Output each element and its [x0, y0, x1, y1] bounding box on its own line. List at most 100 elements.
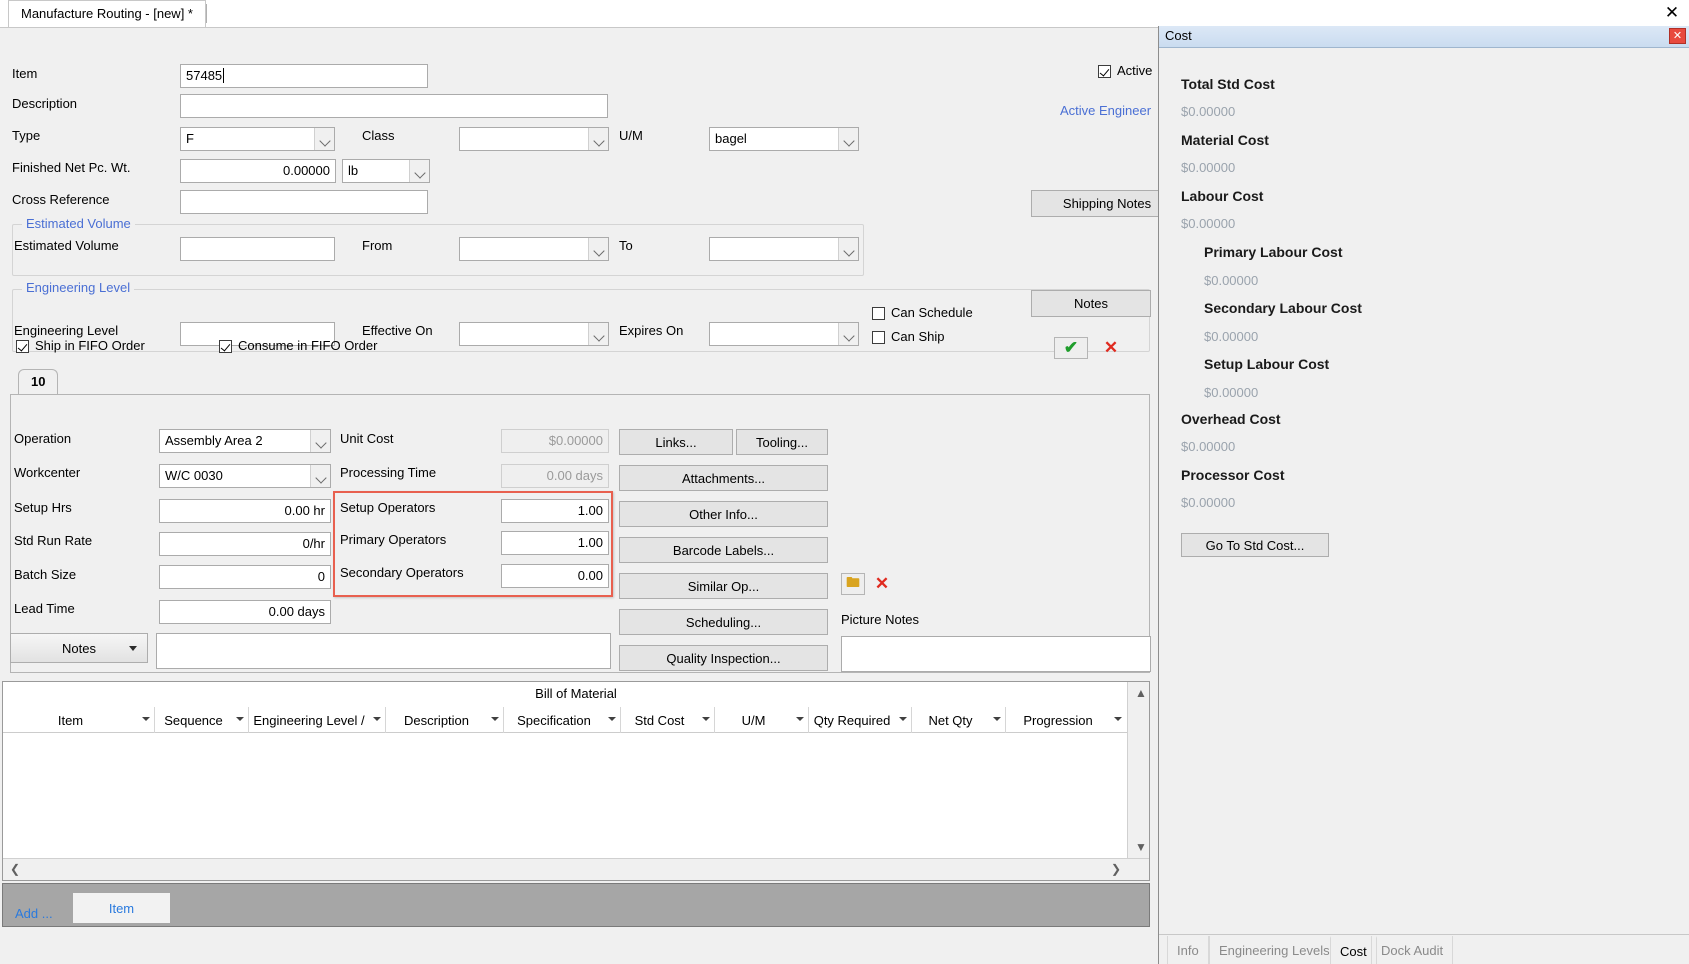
- bom-col-description[interactable]: Description: [386, 707, 504, 733]
- bom-col-progression[interactable]: Progression: [1006, 707, 1126, 733]
- filter-icon[interactable]: [491, 717, 499, 721]
- secondary-operators-label: Secondary Operators: [340, 565, 464, 580]
- barcode-labels-button[interactable]: Barcode Labels...: [619, 537, 828, 563]
- bom-col-std-cost[interactable]: Std Cost: [621, 707, 715, 733]
- bom-col-specification[interactable]: Specification: [504, 707, 621, 733]
- lead-time-input[interactable]: 0.00 days: [159, 600, 331, 624]
- class-select[interactable]: [459, 127, 609, 151]
- estimated-volume-to-label: To: [619, 238, 633, 253]
- chevron-left-icon[interactable]: ❮: [10, 862, 20, 876]
- chevron-down-icon[interactable]: [409, 160, 429, 182]
- attachments-button[interactable]: Attachments...: [619, 465, 828, 491]
- cost-panel-body: Total Std Cost $0.00000 Material Cost $0…: [1159, 48, 1689, 928]
- primary-operators-input[interactable]: 1.00: [501, 531, 609, 555]
- operation-tab-10[interactable]: 10: [18, 369, 59, 395]
- bom-col-qty-required[interactable]: Qty Required: [809, 707, 912, 733]
- effective-on-select[interactable]: [459, 322, 609, 346]
- tab-dock-audit[interactable]: Dock Audit: [1371, 936, 1454, 964]
- bom-rows-area[interactable]: [3, 733, 1127, 858]
- open-folder-button[interactable]: 🖿: [841, 573, 865, 595]
- description-input[interactable]: [180, 94, 608, 118]
- bom-col-item[interactable]: Item: [3, 707, 155, 733]
- picture-notes-input[interactable]: [841, 636, 1151, 672]
- finished-net-weight-input[interactable]: 0.00000: [180, 159, 336, 183]
- chevron-down-icon[interactable]: [838, 238, 858, 260]
- operation-select[interactable]: Assembly Area 2: [159, 429, 331, 453]
- operation-notes-button[interactable]: Notes: [10, 633, 148, 663]
- chevron-down-icon[interactable]: [838, 323, 858, 345]
- filter-icon[interactable]: [142, 717, 150, 721]
- estimated-volume-to-select[interactable]: [709, 237, 859, 261]
- close-icon[interactable]: ✕: [1669, 28, 1686, 44]
- similar-op-button[interactable]: Similar Op...: [619, 573, 828, 599]
- chevron-down-icon[interactable]: [310, 430, 330, 452]
- bom-col-um[interactable]: U/M: [715, 707, 809, 733]
- engineering-notes-button[interactable]: Notes: [1031, 290, 1151, 317]
- chevron-down-icon[interactable]: [310, 465, 330, 487]
- cross-reference-input[interactable]: [180, 190, 428, 214]
- chevron-right-icon[interactable]: ❯: [1111, 862, 1121, 876]
- item-input[interactable]: 57485: [180, 64, 428, 88]
- chevron-down-icon[interactable]: [588, 238, 608, 260]
- um-select[interactable]: bagel: [709, 127, 859, 151]
- expires-on-select[interactable]: [709, 322, 859, 346]
- bottom-tab-item[interactable]: Item: [73, 893, 170, 923]
- bom-col-sequence[interactable]: Sequence: [155, 707, 249, 733]
- std-run-rate-input[interactable]: 0/hr: [159, 532, 331, 556]
- document-tabstrip: Manufacture Routing - [new] * ✕: [0, 0, 1689, 28]
- other-info-button[interactable]: Other Info...: [619, 501, 828, 527]
- batch-size-input[interactable]: 0: [159, 565, 331, 589]
- expires-on-label: Expires On: [619, 323, 684, 338]
- close-icon[interactable]: ✕: [1661, 3, 1683, 25]
- filter-icon[interactable]: [796, 717, 804, 721]
- type-select[interactable]: F: [180, 127, 335, 151]
- bom-col-net-qty[interactable]: Net Qty: [912, 707, 1006, 733]
- quality-inspection-button[interactable]: Quality Inspection...: [619, 645, 828, 671]
- chevron-down-icon[interactable]: [588, 128, 608, 150]
- bom-col-item-label: Item: [57, 712, 84, 728]
- chevron-up-icon[interactable]: ▲: [1135, 686, 1147, 700]
- filter-icon[interactable]: [1114, 717, 1122, 721]
- type-select-value: F: [186, 131, 194, 146]
- filter-icon[interactable]: [608, 717, 616, 721]
- document-tab-manufacture-routing[interactable]: Manufacture Routing - [new] *: [8, 0, 206, 27]
- scheduling-button[interactable]: Scheduling...: [619, 609, 828, 635]
- tab-info[interactable]: Info: [1167, 936, 1209, 964]
- chevron-down-icon[interactable]: [588, 323, 608, 345]
- add-link[interactable]: Add ...: [15, 906, 53, 921]
- links-button[interactable]: Links...: [619, 429, 733, 455]
- item-label: Item: [12, 66, 38, 81]
- filter-icon[interactable]: [993, 717, 1001, 721]
- bom-col-engineering-level[interactable]: Engineering Level /: [249, 707, 386, 733]
- tab-cost[interactable]: Cost: [1330, 936, 1377, 964]
- bom-vertical-scrollbar[interactable]: ▲ ▼: [1127, 682, 1149, 858]
- chevron-down-icon[interactable]: [838, 128, 858, 150]
- filter-icon[interactable]: [236, 717, 244, 721]
- filter-icon[interactable]: [702, 717, 710, 721]
- accept-button[interactable]: ✔: [1054, 337, 1088, 359]
- delete-picture-button[interactable]: ✕: [870, 573, 894, 595]
- chevron-down-icon[interactable]: [129, 646, 137, 651]
- go-to-std-cost-button[interactable]: Go To Std Cost...: [1181, 533, 1329, 557]
- finished-net-weight-unit-select[interactable]: lb: [342, 159, 430, 183]
- secondary-labour-cost-label: Secondary Labour Cost: [1204, 300, 1362, 316]
- operation-notes-input[interactable]: [156, 633, 611, 669]
- tab-engineering-levels[interactable]: Engineering Levels: [1209, 936, 1340, 964]
- item-input-value: 57485: [186, 68, 223, 83]
- tooling-button[interactable]: Tooling...: [736, 429, 828, 455]
- estimated-volume-from-select[interactable]: [459, 237, 609, 261]
- filter-icon[interactable]: [899, 717, 907, 721]
- chevron-down-icon[interactable]: [314, 128, 334, 150]
- setup-hrs-input[interactable]: 0.00 hr: [159, 499, 331, 523]
- filter-icon[interactable]: [373, 717, 381, 721]
- lead-time-label: Lead Time: [14, 601, 75, 616]
- estimated-volume-input[interactable]: [180, 237, 335, 261]
- bom-horizontal-scrollbar[interactable]: ❮ ❯: [3, 858, 1149, 880]
- cancel-button[interactable]: ✕: [1096, 337, 1126, 359]
- secondary-operators-input[interactable]: 0.00: [501, 564, 609, 588]
- setup-operators-input[interactable]: 1.00: [501, 499, 609, 523]
- overhead-cost-value: $0.00000: [1181, 439, 1236, 454]
- workcenter-select[interactable]: W/C 0030: [159, 464, 331, 488]
- chevron-down-icon[interactable]: ▼: [1135, 840, 1147, 854]
- active-engineer-link[interactable]: Active Engineer: [1060, 103, 1151, 118]
